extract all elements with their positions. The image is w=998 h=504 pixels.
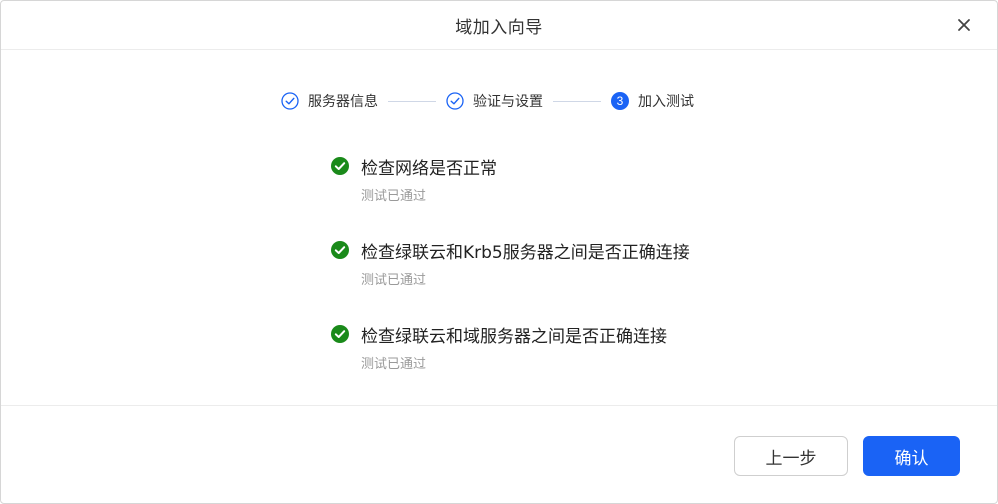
- step-join-test: 3 加入测试: [611, 91, 694, 111]
- step-connector: [388, 100, 436, 102]
- check-circle-icon: [446, 92, 464, 110]
- check-title: 检查绿联云和域服务器之间是否正确连接: [361, 326, 667, 347]
- close-icon[interactable]: [953, 14, 975, 36]
- step-label: 加入测试: [638, 94, 694, 110]
- success-check-icon: [331, 241, 349, 259]
- step-label: 验证与设置: [473, 94, 543, 110]
- check-circle-icon: [281, 92, 299, 110]
- check-item-domain-server: 检查绿联云和域服务器之间是否正确连接 测试已通过: [331, 321, 690, 405]
- step-label: 服务器信息: [308, 94, 378, 110]
- confirm-button[interactable]: 确认: [863, 436, 960, 476]
- step-connector: [553, 100, 601, 102]
- dialog-title: 域加入向导: [455, 18, 543, 38]
- step-number-badge: 3: [611, 92, 629, 110]
- footer-divider: [1, 405, 997, 406]
- domain-join-dialog: 域加入向导 服务器信息 验证与设置 3 加入测试 检查网络是否正常 测试已通过 …: [0, 0, 998, 504]
- check-item-krb5: 检查绿联云和Krb5服务器之间是否正确连接 测试已通过: [331, 237, 690, 321]
- step-number: 3: [611, 92, 629, 110]
- step-server-info: 服务器信息: [281, 91, 378, 111]
- check-item-network: 检查网络是否正常 测试已通过: [331, 153, 690, 237]
- dialog-header: 域加入向导: [1, 1, 997, 50]
- check-status: 测试已通过: [361, 189, 427, 204]
- back-button[interactable]: 上一步: [734, 436, 848, 476]
- success-check-icon: [331, 325, 349, 343]
- success-check-icon: [331, 157, 349, 175]
- step-verify-settings: 验证与设置: [446, 91, 543, 111]
- check-status: 测试已通过: [361, 273, 427, 288]
- check-title: 检查绿联云和Krb5服务器之间是否正确连接: [361, 242, 690, 263]
- stepper: 服务器信息 验证与设置 3 加入测试: [281, 90, 694, 112]
- check-list: 检查网络是否正常 测试已通过 检查绿联云和Krb5服务器之间是否正确连接 测试已…: [331, 153, 690, 405]
- check-title: 检查网络是否正常: [361, 158, 497, 179]
- check-status: 测试已通过: [361, 357, 427, 372]
- close-button[interactable]: [953, 14, 975, 36]
